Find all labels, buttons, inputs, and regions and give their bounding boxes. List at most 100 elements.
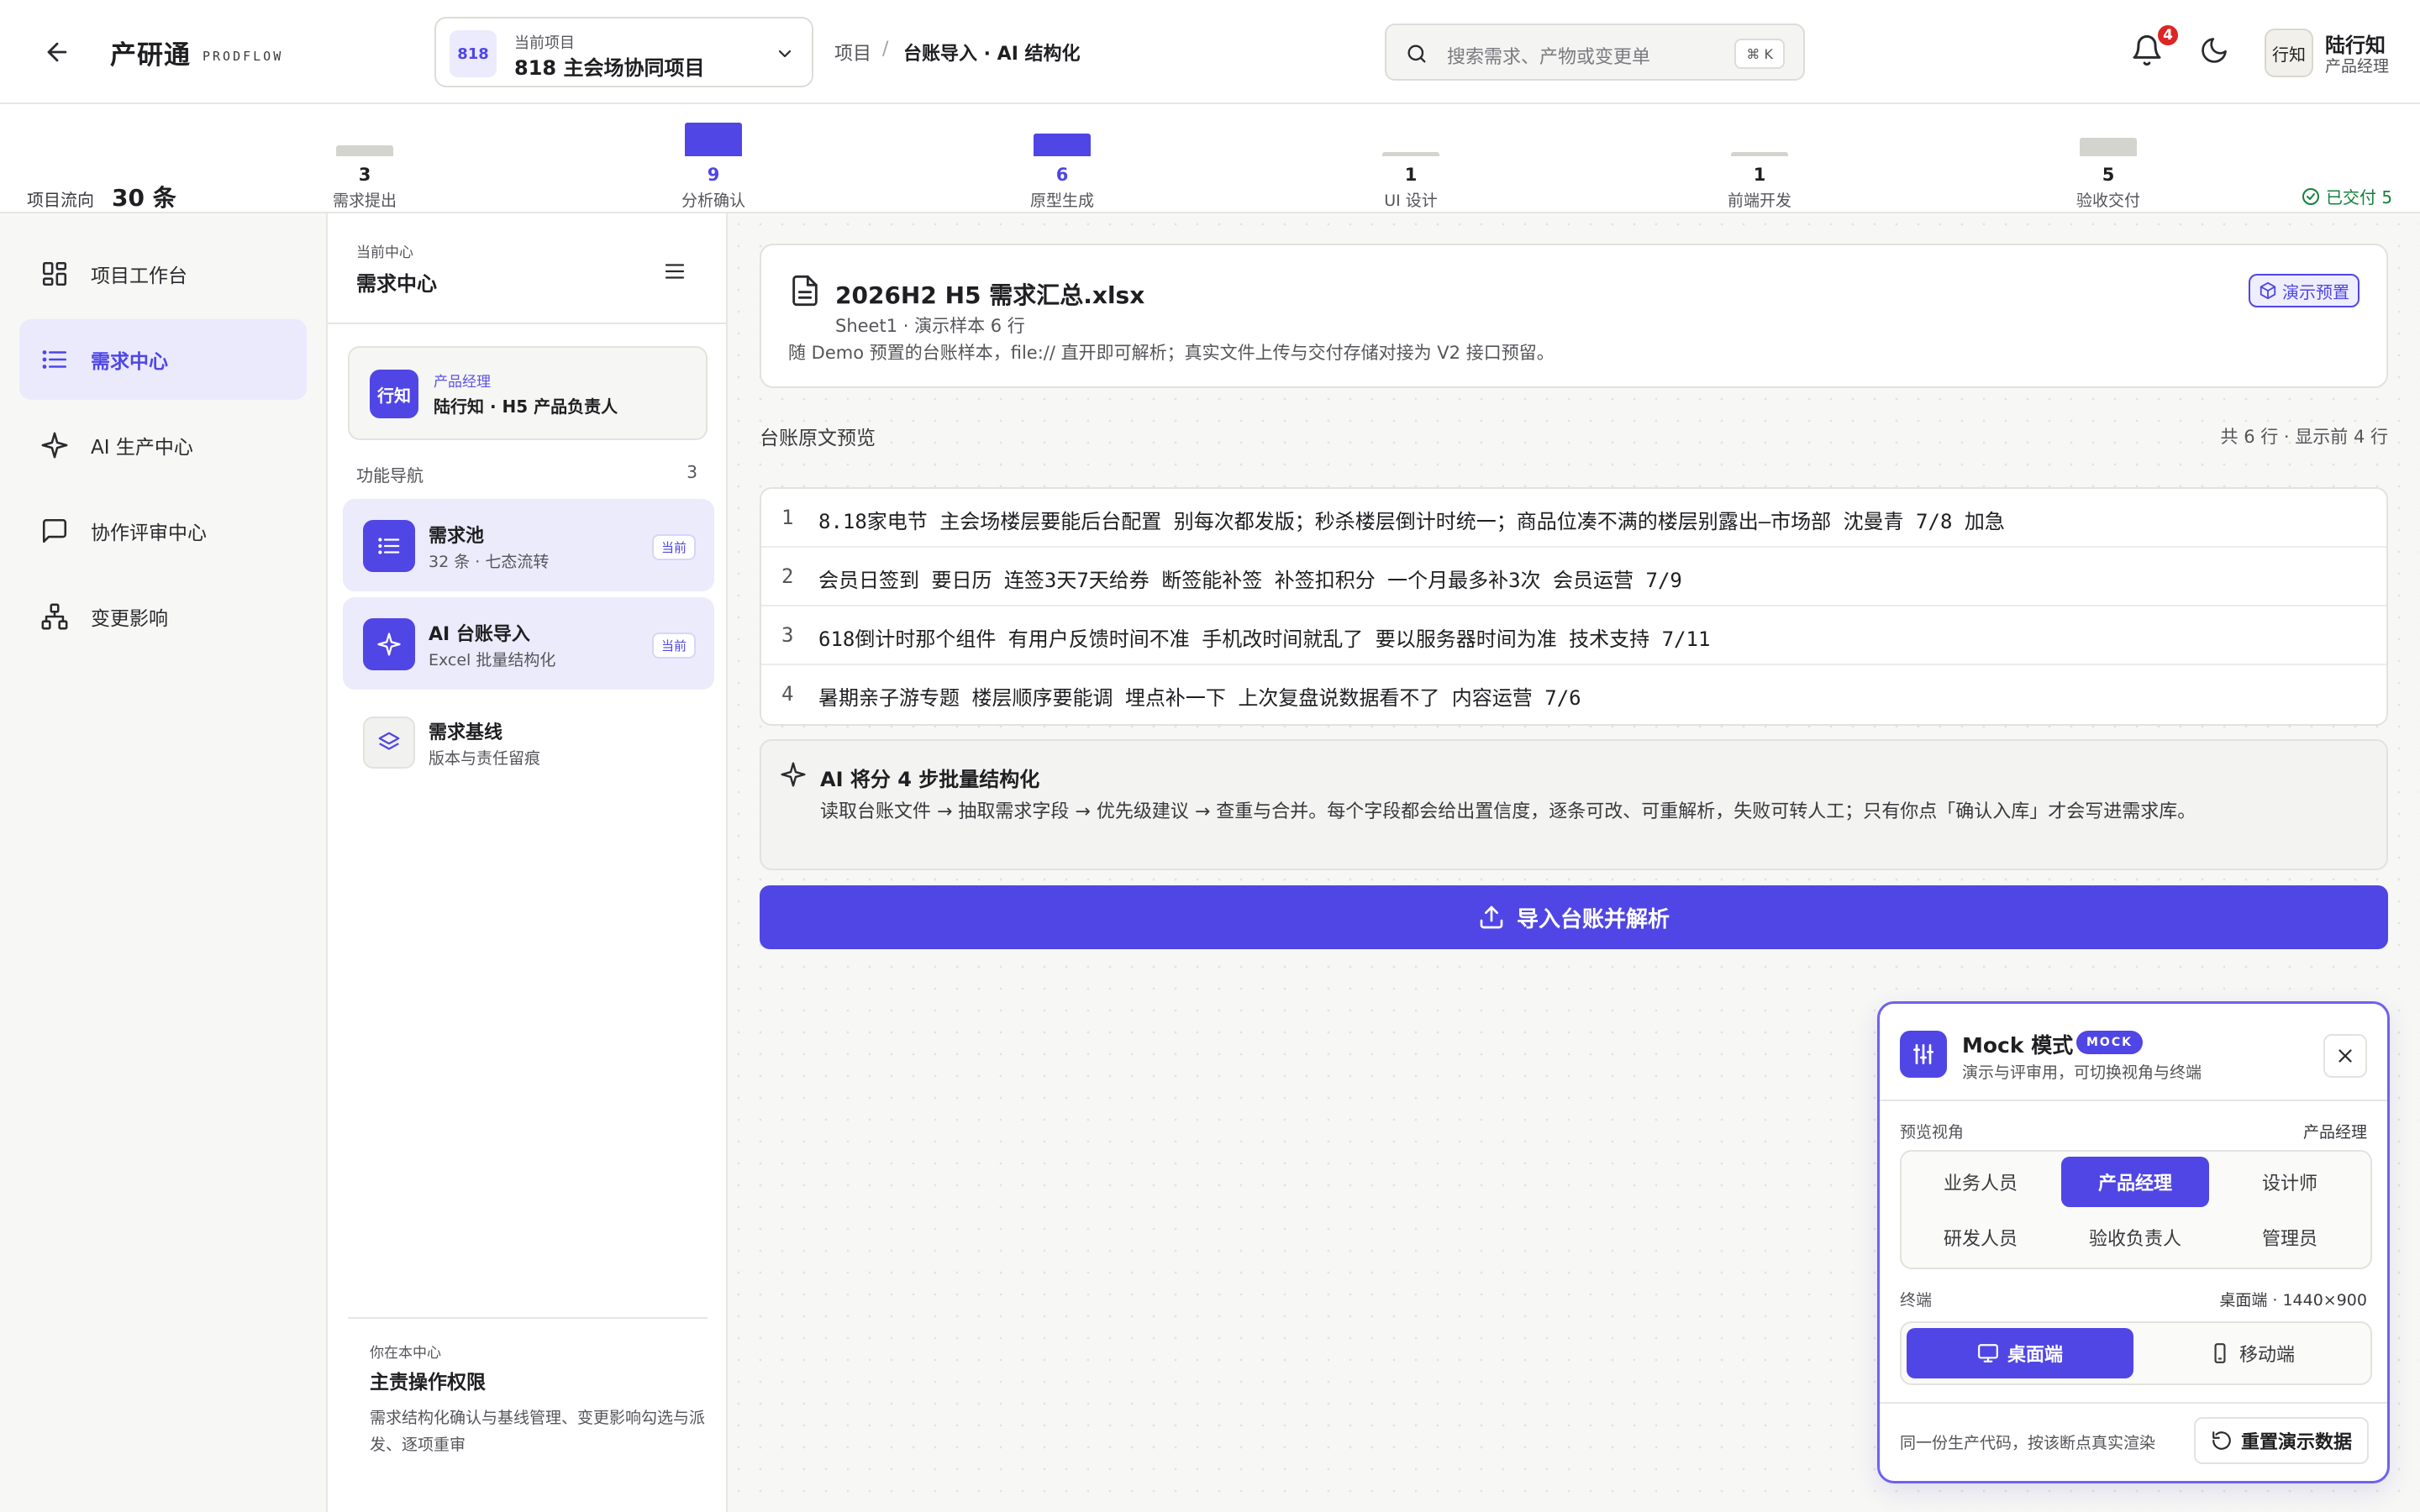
preview-title: 台账原文预览 bbox=[760, 428, 876, 449]
flow-stage-label: 分析确认 bbox=[681, 192, 745, 210]
flow-stage-bar bbox=[2080, 138, 2137, 156]
function-nav-count: 3 bbox=[687, 462, 697, 482]
refresh-icon bbox=[2212, 1431, 2231, 1450]
layers-icon bbox=[363, 717, 415, 769]
flow-stage[interactable]: 5 验收交付 bbox=[2041, 104, 2175, 213]
file-description: 随 Demo 预置的台账样本，file:// 直开即可解析；真实文件上传与交付存… bbox=[788, 343, 1555, 363]
role-option-developer[interactable]: 研发人员 bbox=[1907, 1212, 2054, 1263]
close-button[interactable] bbox=[2323, 1034, 2367, 1078]
role-avatar: 行知 bbox=[370, 370, 418, 418]
center-panel-title: 需求中心 bbox=[356, 272, 437, 296]
search-icon bbox=[1405, 42, 1428, 66]
project-selector-label: 当前项目 bbox=[514, 34, 575, 52]
delivered-label: 已交付 5 bbox=[2326, 187, 2393, 207]
sidebar-item-ai-production[interactable]: AI 生产中心 bbox=[19, 405, 307, 486]
flow-stage-count: 1 bbox=[1404, 165, 1418, 185]
demo-preset-button[interactable]: 演示预置 bbox=[2249, 274, 2360, 307]
breadcrumb-project[interactable]: 项目 bbox=[834, 39, 871, 66]
flow-stage[interactable]: 1 UI 设计 bbox=[1344, 104, 1478, 213]
role-option-product-manager[interactable]: 产品经理 bbox=[2061, 1157, 2209, 1207]
mock-tag: MOCK bbox=[2076, 1031, 2143, 1054]
center-panel: 当前中心 需求中心 行知 产品经理 陆行知 · H5 产品负责人 功能导航 3 … bbox=[328, 213, 728, 1512]
function-name: AI 台账导入 bbox=[429, 624, 530, 645]
reset-demo-button[interactable]: 重置演示数据 bbox=[2193, 1417, 2369, 1464]
divider bbox=[328, 323, 726, 324]
arrow-left-icon bbox=[47, 42, 67, 62]
back-button[interactable] bbox=[39, 34, 76, 71]
sparkle-icon bbox=[363, 618, 415, 670]
moon-icon[interactable] bbox=[2199, 35, 2229, 66]
menu-icon[interactable] bbox=[662, 259, 687, 284]
user-role: 产品经理 bbox=[2325, 57, 2390, 76]
flow-stage[interactable]: 6 原型生成 bbox=[995, 104, 1129, 213]
role-selector: 业务人员 产品经理 设计师 研发人员 验收负责人 管理员 bbox=[1900, 1150, 2372, 1269]
flow-stage-bar bbox=[336, 145, 393, 156]
role-option-business[interactable]: 业务人员 bbox=[1907, 1157, 2054, 1207]
import-ledger-button[interactable]: 导入台账并解析 bbox=[760, 885, 2388, 949]
terminal-option-mobile[interactable]: 移动端 bbox=[2139, 1328, 2365, 1378]
current-badge: 当前 bbox=[651, 633, 696, 659]
flow-stage-bar bbox=[1731, 152, 1788, 156]
search-input[interactable]: 搜索需求、产物或变更单 ⌘ K bbox=[1385, 24, 1805, 81]
flow-stage-label: 验收交付 bbox=[2075, 192, 2140, 210]
table-row: 1 8.18家电节 主会场楼层要能后台配置 别每次都发版；秒杀楼层倒计时统一；商… bbox=[761, 489, 2386, 548]
top-bar: 产研通 PRODFLOW 818 当前项目 818 主会场协同项目 项目 / 台… bbox=[0, 0, 2420, 104]
flow-stage[interactable]: 9 分析确认 bbox=[646, 104, 781, 213]
role-option-designer[interactable]: 设计师 bbox=[2216, 1157, 2364, 1207]
table-row: 2 会员日签到 要日历 连签3天7天给券 断签能补签 补签扣积分 一个月最多补3… bbox=[761, 548, 2386, 606]
mock-subtitle: 演示与评审用，可切换视角与终端 bbox=[1962, 1063, 2202, 1082]
demo-preset-label: 演示预置 bbox=[2282, 281, 2349, 302]
sparkle-icon bbox=[780, 761, 807, 788]
table-row: 4 暑期亲子游专题 楼层顺序要能调 埋点补一下 上次复盘说数据看不了 内容运营 … bbox=[761, 665, 2386, 724]
ai-steps-card: AI 将分 4 步批量结构化 读取台账文件 → 抽取需求字段 → 优先级建议 →… bbox=[760, 739, 2388, 870]
role-name: 陆行知 · H5 产品负责人 bbox=[434, 396, 618, 417]
current-badge: 当前 bbox=[651, 534, 696, 560]
role-option-acceptance[interactable]: 验收负责人 bbox=[2061, 1212, 2209, 1263]
flow-stage-label: 需求提出 bbox=[332, 192, 397, 210]
flow-total: 30 条 bbox=[112, 184, 176, 212]
function-desc: 32 条 · 七态流转 bbox=[429, 553, 550, 571]
search-shortcut: ⌘ K bbox=[1734, 39, 1785, 69]
role-option-admin[interactable]: 管理员 bbox=[2216, 1212, 2364, 1263]
terminal-option-label: 桌面端 bbox=[2007, 1345, 2063, 1366]
function-item-requirement-pool[interactable]: 需求池 32 条 · 七态流转 当前 bbox=[343, 499, 714, 591]
function-item-ai-import[interactable]: AI 台账导入 Excel 批量结构化 当前 bbox=[343, 597, 714, 690]
terminal-option-desktop[interactable]: 桌面端 bbox=[1907, 1328, 2133, 1378]
view-value: 产品经理 bbox=[2302, 1123, 2367, 1142]
sidebar-item-requirements[interactable]: 需求中心 bbox=[19, 319, 307, 400]
permission-desc: 需求结构化确认与基线管理、变更影响勾选与派发、逐项重审 bbox=[370, 1409, 706, 1454]
divider bbox=[1880, 1402, 2387, 1404]
mock-mode-panel: Mock 模式 MOCK 演示与评审用，可切换视角与终端 预览视角 产品经理 业… bbox=[1877, 1001, 2390, 1483]
sparkle-icon bbox=[41, 432, 68, 459]
notification-badge: 4 bbox=[2155, 23, 2181, 48]
import-button-label: 导入台账并解析 bbox=[1516, 906, 1670, 932]
search-placeholder: 搜索需求、产物或变更单 bbox=[1447, 47, 1651, 68]
mock-footer-note: 同一份生产代码，按该断点真实渲染 bbox=[1900, 1434, 2156, 1452]
sidebar-item-workbench[interactable]: 项目工作台 bbox=[19, 234, 307, 314]
user-avatar[interactable]: 行知 bbox=[2265, 29, 2313, 77]
file-meta: Sheet1 · 演示样本 6 行 bbox=[835, 316, 1025, 336]
project-selector[interactable]: 818 当前项目 818 主会场协同项目 bbox=[434, 17, 813, 87]
flow-stage-count: 3 bbox=[358, 165, 371, 185]
permission-caption: 你在本中心 bbox=[370, 1345, 441, 1362]
ledger-preview-table: 1 8.18家电节 主会场楼层要能后台配置 别每次都发版；秒杀楼层倒计时统一；商… bbox=[760, 487, 2388, 726]
project-flow-strip: 项目流向 30 条 3 需求提出 9 分析确认 6 原型生成 1 UI 设计 1 前端开发 5 验收交… bbox=[0, 104, 2420, 213]
file-icon bbox=[788, 274, 822, 307]
row-number: 1 bbox=[781, 506, 794, 529]
sidebar-item-review[interactable]: 协作评审中心 bbox=[19, 491, 307, 571]
function-item-baseline[interactable]: 需求基线 版本与责任留痕 bbox=[343, 696, 714, 788]
center-panel-caption: 当前中心 bbox=[356, 244, 413, 261]
check-circle-icon bbox=[2302, 187, 2319, 205]
terminal-selector: 桌面端 移动端 bbox=[1900, 1321, 2372, 1385]
flow-stage[interactable]: 1 前端开发 bbox=[1692, 104, 1827, 213]
flow-stage[interactable]: 3 需求提出 bbox=[297, 104, 432, 213]
delivered-status: 已交付 5 bbox=[2301, 184, 2392, 208]
monitor-icon bbox=[1978, 1344, 1998, 1362]
ai-steps-title: AI 将分 4 步批量结构化 bbox=[820, 768, 1040, 791]
function-desc: 版本与责任留痕 bbox=[429, 749, 541, 768]
sidebar-item-change-impact[interactable]: 变更影响 bbox=[19, 576, 307, 657]
brand-subtitle: PRODFLOW bbox=[203, 49, 284, 64]
role-label: 产品经理 bbox=[434, 374, 491, 391]
table-row: 3 618倒计时那个组件 有用户反馈时间不准 手机改时间就乱了 要以服务器时间为… bbox=[761, 606, 2386, 665]
grid-icon bbox=[42, 261, 67, 286]
